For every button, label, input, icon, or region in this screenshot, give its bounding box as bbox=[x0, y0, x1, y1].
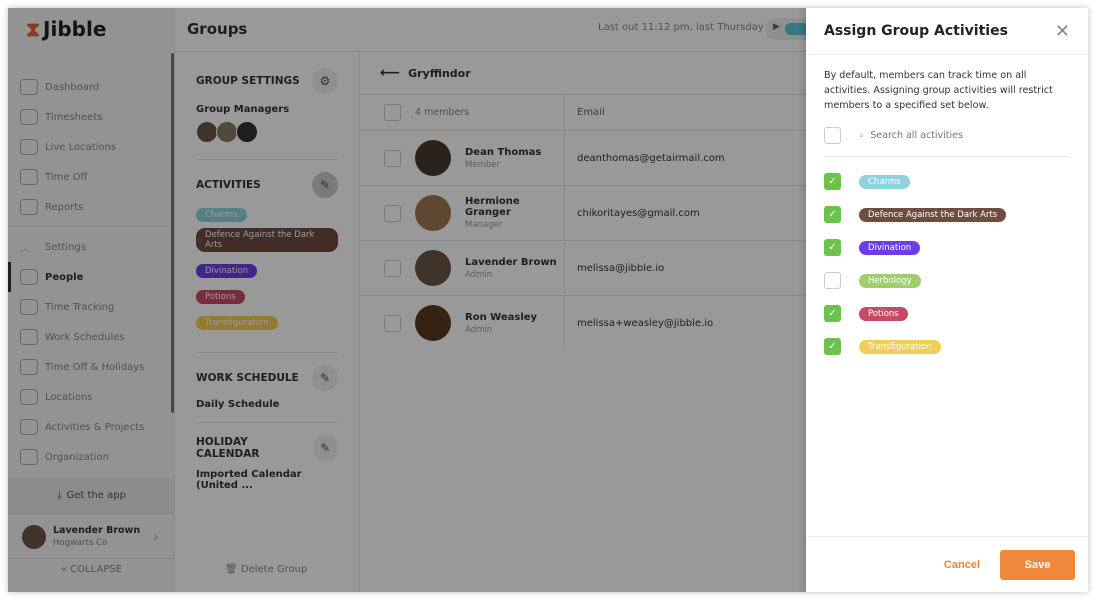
check-icon: ✓ bbox=[828, 176, 837, 187]
activity-chip: Transfiguration bbox=[859, 339, 941, 354]
check-icon: ✓ bbox=[828, 341, 837, 352]
activity-option: ✓ Transfiguration bbox=[806, 330, 1088, 363]
activity-checkbox[interactable]: ✓ bbox=[824, 338, 841, 355]
activity-checkbox[interactable]: ✓ bbox=[824, 173, 841, 190]
modal-backdrop[interactable] bbox=[8, 8, 806, 592]
activity-chip: Defence Against the Dark Arts bbox=[859, 207, 1007, 222]
activity-checkbox[interactable]: ✓ bbox=[824, 305, 841, 322]
check-icon: ✓ bbox=[828, 308, 837, 319]
activity-chip: Herbology bbox=[859, 273, 921, 288]
search-icon: ⌕ bbox=[859, 130, 865, 141]
app-window: ⧗ Jibble Dashboard Timesheets Live Location… bbox=[8, 8, 1088, 592]
activity-chip: Divination bbox=[859, 240, 921, 255]
panel-title: Assign Group Activities bbox=[824, 23, 1008, 39]
activity-chip: Potions bbox=[859, 306, 908, 321]
close-icon[interactable]: ✕ bbox=[1055, 21, 1070, 42]
activity-checkbox[interactable] bbox=[824, 272, 841, 289]
cancel-button[interactable]: Cancel bbox=[944, 559, 980, 571]
assign-activities-panel: Assign Group Activities ✕ By default, mem… bbox=[806, 8, 1088, 592]
search-input[interactable] bbox=[870, 130, 1041, 141]
activity-option: ✓ Potions bbox=[806, 297, 1088, 330]
check-icon: ✓ bbox=[828, 242, 837, 253]
activity-option: ✓ Charms bbox=[806, 165, 1088, 198]
activity-option: Herbology bbox=[806, 264, 1088, 297]
activity-checkbox[interactable]: ✓ bbox=[824, 206, 841, 223]
check-icon: ✓ bbox=[828, 209, 837, 220]
save-button[interactable]: Save bbox=[1000, 549, 1075, 580]
activity-option: ✓ Divination bbox=[806, 231, 1088, 264]
activity-chip: Charms bbox=[859, 174, 910, 189]
activity-option: ✓ Defence Against the Dark Arts bbox=[806, 198, 1088, 231]
activity-checkbox[interactable]: ✓ bbox=[824, 239, 841, 256]
select-all-activities-checkbox[interactable] bbox=[824, 127, 841, 144]
